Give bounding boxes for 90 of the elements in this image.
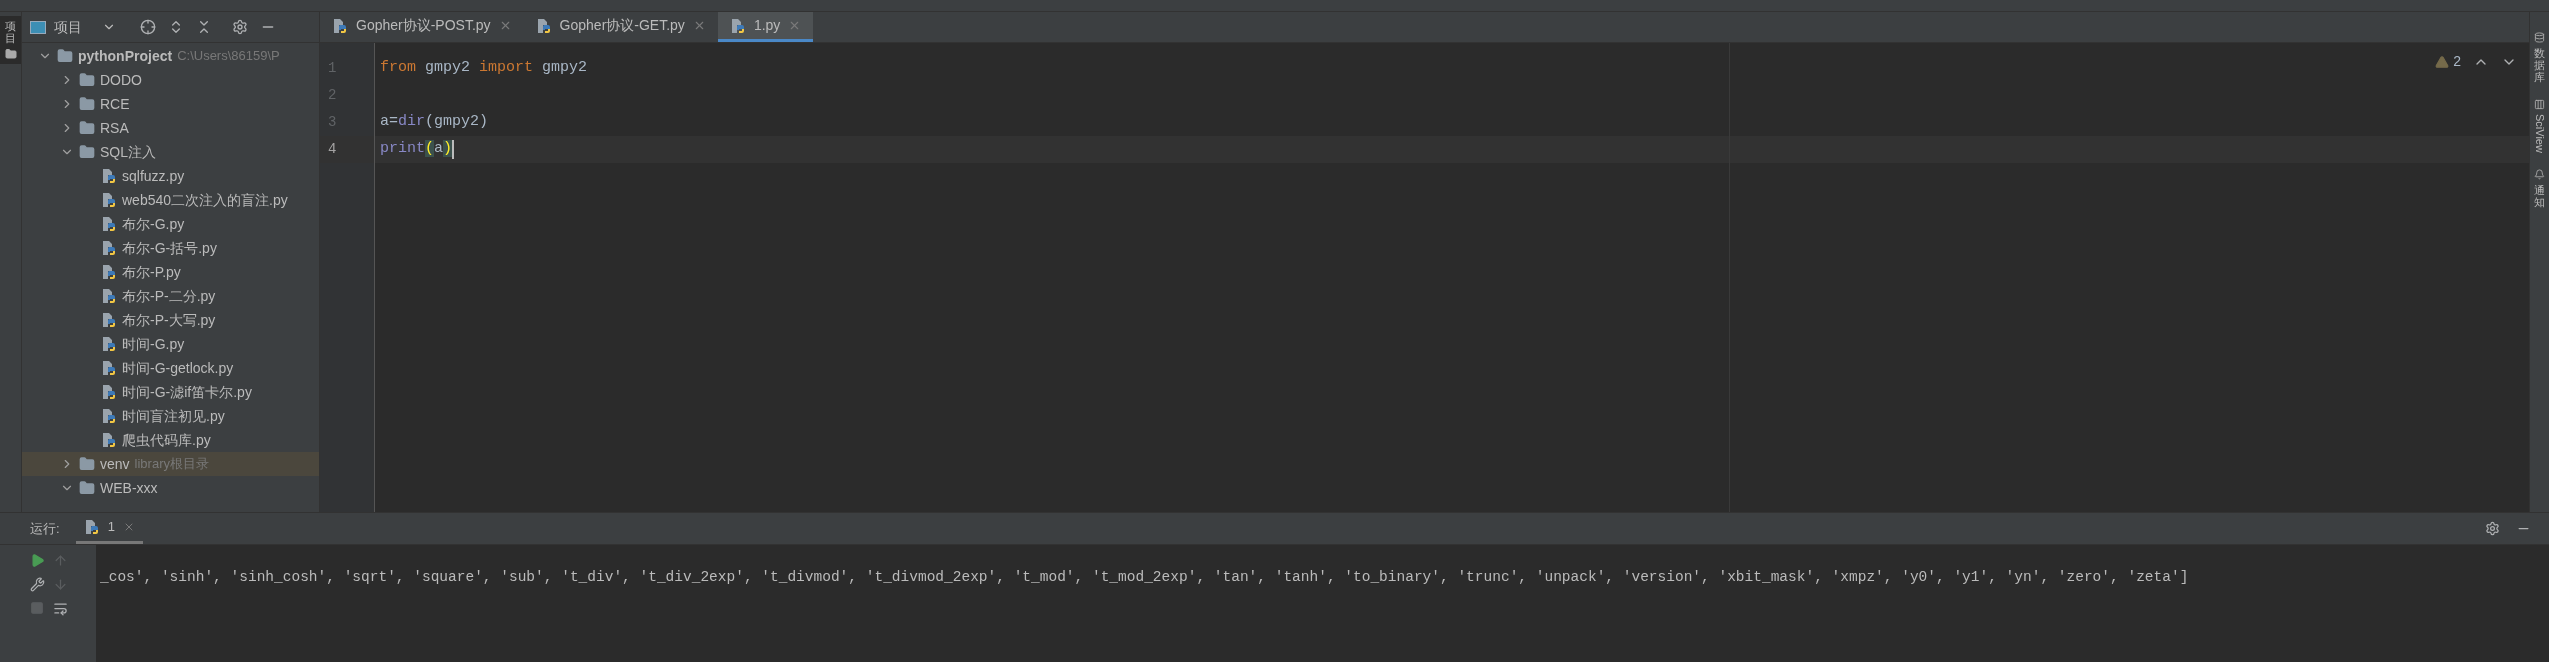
tree-item[interactable]: sqlfuzz.py [22,164,319,188]
folder-icon [79,144,95,160]
warning-counter[interactable]: 2 [2435,51,2461,72]
python-file-icon [332,17,348,34]
tree-item-label: 时间盲注初见.py [122,406,225,426]
line-number: 4 [328,140,337,159]
tree-item[interactable]: RSA [22,116,319,140]
python-file-icon [101,216,117,232]
python-file-icon [101,240,117,256]
tool-window-button[interactable]: 通知 [2534,169,2545,209]
python-file-icon [101,264,117,280]
tree-item[interactable]: SQL注入 [22,140,319,164]
python-file-icon [101,336,117,352]
tree-item-label: venv [100,454,130,474]
editor-tab[interactable]: Gopher协议-GET.py [523,12,718,42]
python-file-icon [101,168,117,184]
tree-item-label: DODO [100,70,142,90]
tree-item[interactable]: 时间-G-滤if笛卡尔.py [22,380,319,404]
wrench-icon[interactable] [30,577,45,592]
run-icon[interactable] [30,553,45,568]
tree-item-label: 时间-G.py [122,334,185,354]
tree-item-label: RCE [100,94,130,114]
settings-icon[interactable] [2485,521,2500,536]
run-label: 运行: [30,519,60,538]
project-tool-button[interactable]: 项目 [0,16,21,65]
tree-item-label: 布尔-P-二分.py [122,286,216,306]
folder-icon [79,120,95,136]
tool-window-button[interactable]: SciView [2531,99,2548,154]
tree-item[interactable]: 时间盲注初见.py [22,404,319,428]
tree-item-label: pythonProject [78,46,173,66]
editor-tab[interactable]: Gopher协议-POST.py [320,12,524,42]
folder-icon [79,72,95,88]
tree-item[interactable]: pythonProject C:\Users\86159\P [22,44,319,68]
database-icon [2534,32,2545,43]
tree-item-label: 时间-G-getlock.py [122,358,234,378]
tree-item[interactable]: 布尔-P-二分.py [22,284,319,308]
warning-icon [2435,54,2450,69]
tree-item-label: RSA [100,118,129,138]
tab-label: Gopher协议-POST.py [356,16,491,35]
tree-item[interactable]: 布尔-G-括号.py [22,236,319,260]
tree-item[interactable]: 时间-G-getlock.py [22,356,319,380]
tree-item[interactable]: 时间-G.py [22,332,319,356]
settings-icon[interactable] [232,19,248,35]
tree-item-label: SQL注入 [100,142,156,162]
folder-icon [4,48,17,61]
bell-icon [2534,169,2545,181]
tree-item-hint: C:\Users\86159\P [177,47,280,66]
tree-item-label: 爬虫代码库.py [122,430,211,450]
python-file-icon [101,384,117,400]
tree-item[interactable]: RCE [22,92,319,116]
tree-item-label: WEB-xxx [100,478,158,498]
python-file-icon [101,408,117,424]
python-file-icon [101,312,117,328]
tree-item-label: 布尔-G-括号.py [122,238,217,258]
soft-wrap-icon[interactable] [53,601,68,616]
tool-window-button[interactable]: 数据库 [2534,32,2545,84]
tree-item[interactable]: web540二次注入的盲注.py [22,188,319,212]
tree-item[interactable]: DODO [22,68,319,92]
tree-item[interactable]: 布尔-P-大写.py [22,308,319,332]
folder-icon [79,480,95,496]
tree-item-label: 时间-G-滤if笛卡尔.py [122,382,252,402]
python-file-icon [535,17,552,34]
tab-label: Gopher协议-GET.py [559,16,685,35]
project-view-dropdown[interactable]: 项目 [30,16,116,38]
tree-item-label: sqlfuzz.py [122,166,185,186]
locate-icon[interactable] [140,19,156,35]
editor-tab[interactable]: 1.py [717,12,814,42]
folder-icon [79,96,95,112]
python-file-icon [729,17,746,34]
python-file-icon [101,192,117,208]
tree-item[interactable]: 布尔-G.py [22,212,319,236]
console-output: _cos', 'sinh', 'sinh_cosh', 'sqrt', 'square', 'sub', 't_div', 't_div_2exp', 't_divmod', 't_divmod_2exp', 't_mod', 't_mod_2exp', 'tan', 'tanh', 'to_binary', 'trunc', 'unpack', 'version', 'xbit_mask', 'xmpz', 'y0', 'y1', 'yn', 'zero', 'zeta'] [100,568,2190,587]
folder-icon [57,48,73,64]
code-line: print(a) [380,139,453,160]
code-line: a=dir(gmpy2) [380,112,489,133]
python-file-icon [101,360,117,376]
tree-item-label: 布尔-P.py [122,262,181,282]
tree-item-label: 布尔-P-大写.py [122,310,216,330]
tab-label: 1.py [753,16,781,35]
python-file-icon [83,519,100,535]
tree-item-label: web540二次注入的盲注.py [122,190,288,210]
python-file-icon [101,432,117,448]
code-line: from gmpy2 import gmpy2 [380,58,588,79]
tree-item-label: 布尔-G.py [122,214,185,234]
folder-icon [79,456,95,472]
columns-icon [2534,99,2545,111]
tree-item[interactable]: WEB-xxx [22,476,319,500]
tree-item[interactable]: 爬虫代码库.py [22,428,319,452]
python-file-icon [101,288,117,304]
tree-item[interactable]: 布尔-P.py [22,260,319,284]
